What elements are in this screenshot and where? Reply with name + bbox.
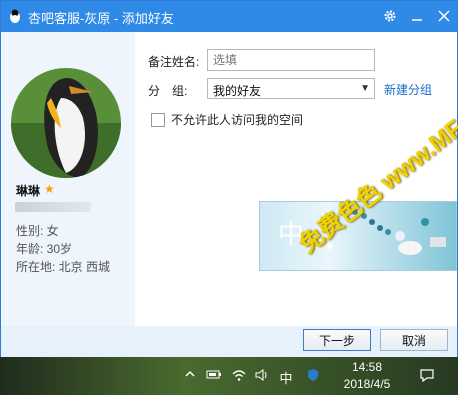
group-select[interactable]: 我的好友 ▼: [207, 78, 375, 99]
window-title: 杏吧客服-灰原 - 添加好友: [28, 11, 174, 26]
shield-icon[interactable]: [304, 368, 322, 384]
chevron-up-icon[interactable]: [181, 368, 199, 384]
gear-icon[interactable]: [379, 5, 401, 27]
group-select-value: 我的好友: [213, 84, 262, 98]
next-button[interactable]: 下一步: [303, 329, 371, 351]
age-text: 年龄: 30岁: [16, 242, 73, 256]
location-text: 所在地: 北京 西城: [16, 260, 111, 274]
minimize-icon[interactable]: [406, 5, 428, 27]
cancel-button[interactable]: 取消: [380, 329, 448, 351]
account-number-blurred: [15, 202, 91, 212]
clock-time[interactable]: 14:58: [338, 360, 396, 374]
remark-name-input[interactable]: [207, 49, 375, 71]
avatar: [11, 68, 121, 178]
battery-icon[interactable]: [205, 368, 223, 384]
notification-icon[interactable]: [418, 368, 436, 384]
dropdown-arrow-icon: ▼: [360, 83, 370, 94]
privacy-label: 不允许此人访问我的空间: [171, 113, 304, 127]
title-bar[interactable]: 杏吧客服-灰原 - 添加好友: [1, 1, 457, 32]
privacy-checkbox[interactable]: [151, 113, 165, 127]
ime-icon[interactable]: 中: [277, 368, 295, 386]
user-name: 琳琳: [16, 184, 41, 198]
clock-date[interactable]: 2018/4/5: [338, 377, 396, 391]
penguin-icon: [7, 8, 23, 24]
gender-text: 性别: 女: [16, 224, 59, 238]
group-label: 分 组:: [148, 84, 188, 98]
star-icon: ★: [44, 182, 55, 196]
wifi-icon[interactable]: [230, 368, 248, 384]
new-group-link[interactable]: 新建分组: [384, 81, 432, 98]
profile-panel: 琳琳 ★ 性别: 女 年龄: 30岁 所在地: 北京 西城: [1, 32, 135, 326]
volume-icon[interactable]: [253, 368, 271, 384]
remark-label: 备注姓名:: [148, 55, 200, 69]
close-icon[interactable]: [433, 5, 455, 27]
